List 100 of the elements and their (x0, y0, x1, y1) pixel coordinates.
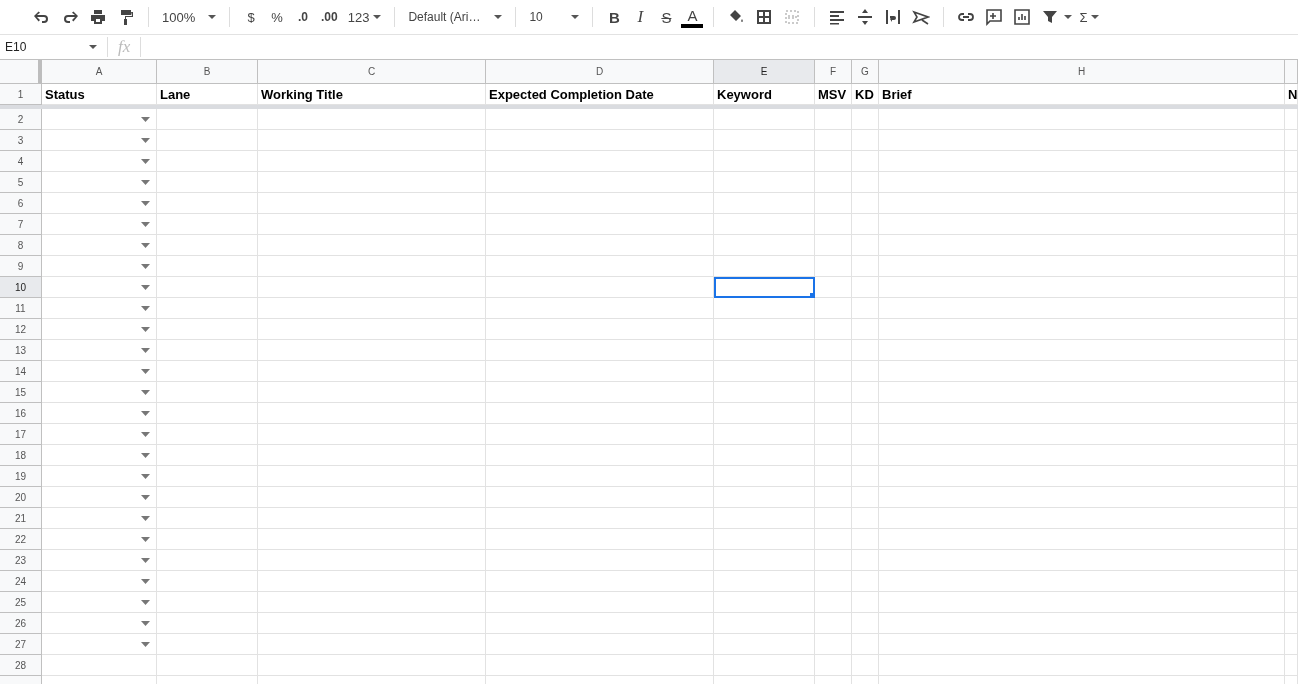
table-cell[interactable] (879, 487, 1285, 508)
table-cell[interactable] (157, 382, 258, 403)
table-cell[interactable] (258, 277, 486, 298)
table-cell[interactable] (852, 361, 879, 382)
table-cell[interactable] (157, 424, 258, 445)
dropdown-arrow-icon[interactable] (141, 285, 150, 290)
dropdown-arrow-icon[interactable] (141, 642, 150, 647)
table-cell[interactable] (1285, 193, 1298, 214)
row-number[interactable]: 8 (0, 235, 42, 256)
table-cell[interactable] (852, 445, 879, 466)
table-cell[interactable] (486, 172, 714, 193)
text-color-button[interactable]: A (681, 6, 704, 28)
table-cell[interactable] (42, 487, 157, 508)
text-wrap-icon[interactable] (884, 8, 903, 26)
table-cell[interactable] (157, 277, 258, 298)
table-cell[interactable] (1285, 172, 1298, 193)
table-cell[interactable] (258, 403, 486, 424)
print-icon[interactable] (89, 8, 107, 26)
row-number[interactable]: 26 (0, 613, 42, 634)
table-cell[interactable] (486, 235, 714, 256)
table-cell[interactable] (258, 508, 486, 529)
table-cell[interactable] (42, 382, 157, 403)
table-cell[interactable] (1285, 319, 1298, 340)
dropdown-arrow-icon[interactable] (141, 180, 150, 185)
table-cell[interactable] (714, 361, 815, 382)
table-cell[interactable] (714, 151, 815, 172)
row-number[interactable]: 5 (0, 172, 42, 193)
table-cell[interactable] (157, 634, 258, 655)
dropdown-arrow-icon[interactable] (141, 495, 150, 500)
table-cell[interactable] (879, 130, 1285, 151)
table-cell[interactable] (879, 529, 1285, 550)
table-cell[interactable] (157, 403, 258, 424)
table-cell[interactable] (157, 655, 258, 676)
table-cell[interactable] (42, 592, 157, 613)
column-header[interactable]: E (714, 60, 815, 84)
table-cell[interactable] (42, 172, 157, 193)
table-cell[interactable] (1285, 655, 1298, 676)
table-cell[interactable] (157, 487, 258, 508)
table-cell[interactable] (258, 550, 486, 571)
table-cell[interactable] (879, 235, 1285, 256)
table-cell[interactable] (486, 466, 714, 487)
column-header[interactable]: F (815, 60, 852, 84)
table-cell[interactable] (815, 445, 852, 466)
table-cell[interactable] (42, 130, 157, 151)
table-cell[interactable] (1285, 235, 1298, 256)
table-cell[interactable] (815, 550, 852, 571)
table-cell[interactable] (258, 256, 486, 277)
table-cell[interactable] (852, 151, 879, 172)
row-number[interactable]: 17 (0, 424, 42, 445)
table-cell[interactable] (815, 571, 852, 592)
bold-button[interactable]: B (603, 5, 626, 29)
table-cell[interactable] (486, 592, 714, 613)
table-cell[interactable] (157, 130, 258, 151)
table-cell[interactable] (879, 382, 1285, 403)
select-all-corner[interactable] (0, 60, 42, 84)
row-number[interactable]: 1 (0, 84, 42, 105)
table-cell[interactable] (879, 592, 1285, 613)
table-cell[interactable] (486, 361, 714, 382)
table-cell[interactable] (879, 550, 1285, 571)
table-cell[interactable] (42, 109, 157, 130)
zoom-dropdown[interactable]: 100% (159, 5, 219, 29)
table-cell[interactable] (879, 508, 1285, 529)
table-cell[interactable] (714, 592, 815, 613)
strikethrough-button[interactable]: S (655, 5, 678, 29)
table-cell[interactable] (1285, 256, 1298, 277)
table-cell[interactable] (714, 466, 815, 487)
row-number[interactable]: 6 (0, 193, 42, 214)
dropdown-arrow-icon[interactable] (141, 537, 150, 542)
table-cell[interactable] (486, 613, 714, 634)
table-cell[interactable] (486, 487, 714, 508)
table-cell[interactable] (815, 487, 852, 508)
table-cell[interactable] (879, 172, 1285, 193)
table-cell[interactable] (42, 214, 157, 235)
table-cell[interactable] (714, 571, 815, 592)
table-cell[interactable] (714, 550, 815, 571)
table-cell[interactable] (1285, 571, 1298, 592)
dropdown-arrow-icon[interactable] (141, 432, 150, 437)
table-cell[interactable] (852, 130, 879, 151)
row-number[interactable]: 22 (0, 529, 42, 550)
dropdown-arrow-icon[interactable] (141, 243, 150, 248)
table-cell[interactable] (1285, 298, 1298, 319)
table-cell[interactable] (157, 172, 258, 193)
table-cell[interactable] (42, 340, 157, 361)
table-cell[interactable] (1285, 592, 1298, 613)
table-cell[interactable] (486, 382, 714, 403)
table-cell[interactable] (1285, 382, 1298, 403)
row-number[interactable]: 21 (0, 508, 42, 529)
table-cell[interactable] (42, 445, 157, 466)
table-cell[interactable] (815, 382, 852, 403)
table-cell[interactable] (852, 634, 879, 655)
table-cell[interactable] (1285, 445, 1298, 466)
table-cell[interactable] (258, 655, 486, 676)
row-number[interactable]: 15 (0, 382, 42, 403)
table-cell[interactable] (157, 613, 258, 634)
dropdown-arrow-icon[interactable] (141, 306, 150, 311)
table-cell[interactable] (815, 340, 852, 361)
table-cell[interactable] (486, 424, 714, 445)
table-cell[interactable] (714, 130, 815, 151)
table-cell[interactable] (42, 424, 157, 445)
table-cell[interactable] (852, 424, 879, 445)
